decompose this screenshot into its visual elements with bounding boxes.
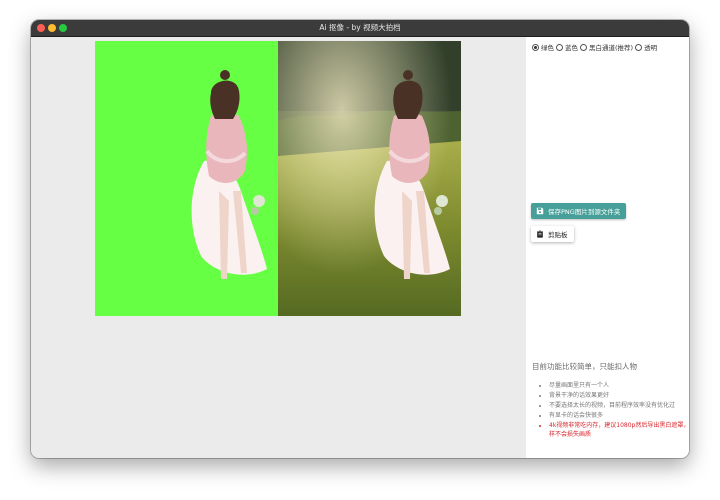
list-item: 尽量画面里只有一个人: [549, 381, 689, 390]
radio-unselected-icon[interactable]: [556, 43, 563, 51]
warning-list-item: 4k视频非常吃内存，建议1080p然后导出黑白遮罩，这样不会损失画质: [549, 421, 689, 439]
clipboard-label: 剪贴板: [548, 231, 568, 239]
mode-option-green[interactable]: 绿色: [532, 42, 554, 52]
save-png-label: 保存PNG图片到源文件夹: [548, 208, 621, 216]
app-window: Ai 抠像 - by 视频大拍档 绿色 蓝色 黑白通道(推荐) 透明 保存PNG…: [31, 20, 689, 458]
preview-pane: [31, 37, 526, 458]
preview-image: [95, 41, 461, 316]
mode-option-blue[interactable]: 蓝色: [556, 42, 578, 52]
title-bar[interactable]: Ai 抠像 - by 视频大拍档: [31, 20, 689, 37]
radio-selected-icon[interactable]: [532, 43, 539, 51]
clipboard-icon: [537, 230, 543, 238]
list-item: 不要选择太长的视频，目前程序效率没有优化过: [549, 401, 689, 410]
mode-option-label: 绿色: [541, 44, 554, 52]
control-pane: 绿色 蓝色 黑白通道(推荐) 透明 保存PNG图片到源文件夹 剪贴板 目前功能比…: [526, 37, 689, 458]
clipboard-button[interactable]: 剪贴板: [531, 226, 574, 242]
mode-option-mask[interactable]: 黑白通道(推荐): [580, 42, 633, 52]
radio-unselected-icon[interactable]: [580, 43, 587, 51]
list-item: 有显卡的话会快很多: [549, 411, 689, 420]
output-mode-group: 绿色 蓝色 黑白通道(推荐) 透明: [532, 42, 659, 52]
tips-list: 尽量画面里只有一个人 背景干净的话效果更好 不要选择太长的视频，目前程序效率没有…: [538, 381, 689, 440]
list-item: 背景干净的话效果更好: [549, 391, 689, 400]
main-content: 绿色 蓝色 黑白通道(推荐) 透明 保存PNG图片到源文件夹 剪贴板 目前功能比…: [31, 37, 689, 458]
window-title: Ai 抠像 - by 视频大拍档: [319, 23, 401, 32]
save-png-button[interactable]: 保存PNG图片到源文件夹: [531, 203, 627, 219]
floppy-disk-icon: [536, 207, 544, 215]
mode-option-label: 黑白通道(推荐): [589, 44, 634, 52]
radio-unselected-icon[interactable]: [635, 43, 643, 51]
mode-option-label: 蓝色: [565, 44, 578, 52]
mode-option-transparent[interactable]: 透明: [635, 42, 657, 52]
info-heading: 目前功能比较简单，只能扣人物: [532, 362, 637, 371]
mode-option-label: 透明: [644, 44, 658, 52]
